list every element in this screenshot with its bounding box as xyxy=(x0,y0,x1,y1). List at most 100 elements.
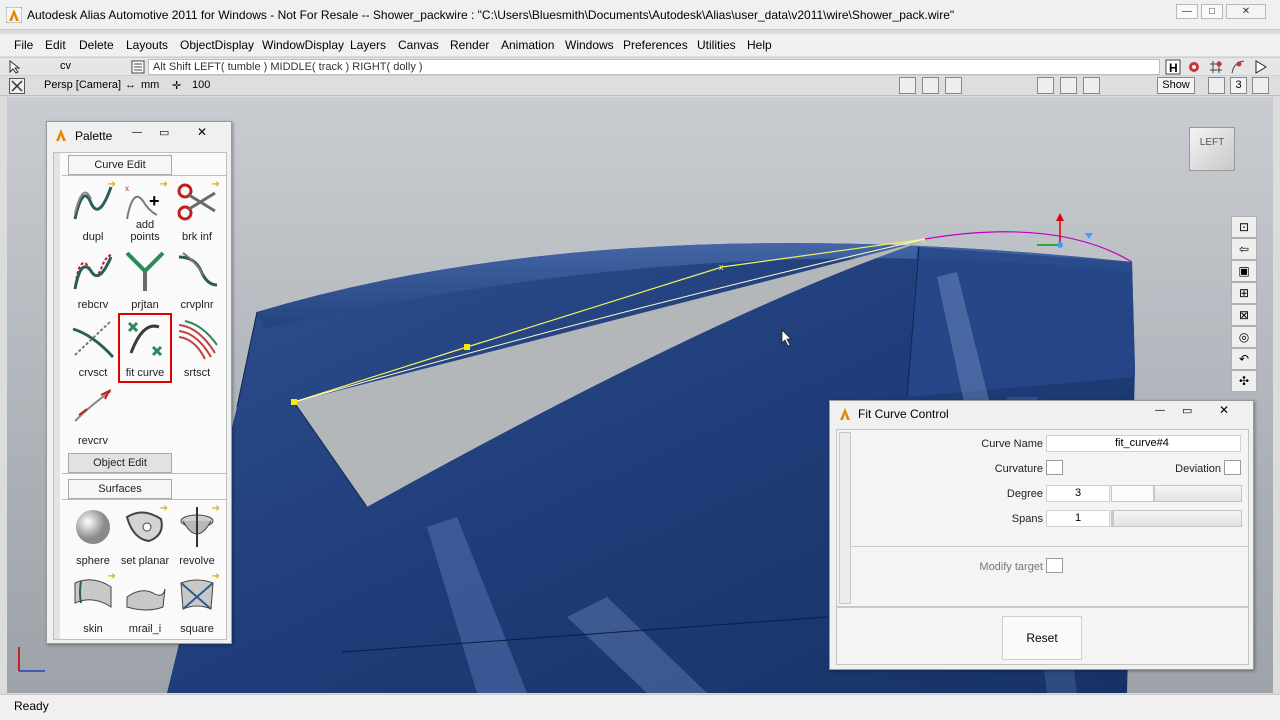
tool-add-points[interactable]: + x ➔ add points xyxy=(120,179,170,245)
curve-section-icon xyxy=(72,320,115,359)
deviation-checkbox[interactable] xyxy=(1224,460,1241,475)
fit-scrollbar[interactable] xyxy=(839,432,851,604)
tool-label: srtsct xyxy=(183,367,211,379)
tool-rebcrv[interactable]: rebcrv xyxy=(68,247,118,313)
palette-maximize-icon[interactable]: ▭ xyxy=(159,126,173,139)
layout-icon[interactable] xyxy=(1208,77,1225,94)
look-at-icon[interactable]: ◎ xyxy=(1231,326,1257,348)
tool-label: brk inf xyxy=(182,231,212,243)
undo-view-icon[interactable]: ↶ xyxy=(1231,348,1257,370)
camera-book-icon[interactable] xyxy=(922,77,939,94)
multi-rail-icon xyxy=(126,588,166,611)
modify-target-checkbox[interactable] xyxy=(1046,558,1063,573)
spans-slider[interactable] xyxy=(1111,510,1242,527)
minimize-button[interactable]: — xyxy=(1176,4,1198,19)
history-h-icon[interactable]: H xyxy=(1165,59,1181,75)
palette-close-icon[interactable]: ✕ xyxy=(197,125,211,139)
maximize-view-icon[interactable] xyxy=(1252,77,1269,94)
tool-square[interactable]: ➔ square xyxy=(172,571,222,637)
tool-skin[interactable]: ➔ skin xyxy=(68,571,118,637)
view-count[interactable]: 3 xyxy=(1230,77,1247,94)
tool-srtsct[interactable]: srtsct xyxy=(172,315,222,381)
track-icon[interactable] xyxy=(1083,77,1100,94)
tab-surfaces[interactable]: Surfaces xyxy=(68,479,172,499)
close-button[interactable]: ✕ xyxy=(1226,4,1266,19)
tool-label: sphere xyxy=(76,555,110,567)
maximize-button[interactable]: □ xyxy=(1201,4,1223,19)
menu-preferences[interactable]: Preferences xyxy=(623,38,688,52)
prompt-history-icon[interactable] xyxy=(131,60,145,74)
menu-utilities[interactable]: Utilities xyxy=(697,38,736,52)
tool-crvsct[interactable]: crvsct xyxy=(68,315,118,381)
degree-field[interactable]: 3 xyxy=(1046,485,1110,502)
menu-layouts[interactable]: Layouts xyxy=(126,38,168,52)
tool-set-planar[interactable]: ➔ set planar xyxy=(120,503,170,569)
tool-label: prjtan xyxy=(131,299,159,311)
tool-prjtan[interactable]: prjtan xyxy=(120,247,170,313)
menu-edit[interactable]: Edit xyxy=(45,38,66,52)
tool-mrail-i[interactable]: mrail_i xyxy=(120,571,170,637)
menu-bar: File Edit Delete Layouts ObjectDisplay W… xyxy=(0,34,1280,56)
orbit-icon[interactable] xyxy=(1060,77,1077,94)
tool-fit-curve[interactable]: fit curve xyxy=(118,313,172,383)
menu-objectdisplay[interactable]: ObjectDisplay xyxy=(180,38,254,52)
menu-animation[interactable]: Animation xyxy=(501,38,554,52)
menu-windowdisplay[interactable]: WindowDisplay xyxy=(262,38,344,52)
curve-snap-icon[interactable] xyxy=(1230,59,1246,75)
tool-revcrv[interactable]: revcrv xyxy=(68,383,118,449)
degree-slider[interactable] xyxy=(1111,485,1242,502)
modify-target-label: Modify target xyxy=(979,561,1043,573)
tool-sphere[interactable]: sphere xyxy=(68,503,118,569)
zoom-icon[interactable] xyxy=(945,77,962,94)
fit-maximize-icon[interactable]: ▭ xyxy=(1182,404,1192,417)
play-icon[interactable] xyxy=(1254,59,1268,75)
tab-object-edit[interactable]: Object Edit xyxy=(68,453,172,473)
spans-field[interactable]: 1 xyxy=(1046,510,1110,527)
tool-dupl[interactable]: ➔ dupl xyxy=(68,179,118,245)
show-button[interactable]: Show xyxy=(1157,77,1195,94)
menu-layers[interactable]: Layers xyxy=(350,38,386,52)
fit-close-icon[interactable]: ✕ xyxy=(1219,403,1229,417)
submenu-arrow-icon: ➔ xyxy=(107,179,116,190)
tab-curve-edit[interactable]: Curve Edit xyxy=(68,155,172,175)
curvature-checkbox[interactable] xyxy=(1046,460,1063,475)
palette-minimize-icon[interactable]: — xyxy=(132,127,146,139)
tool-label: crvsct xyxy=(78,367,108,379)
menu-render[interactable]: Render xyxy=(450,38,489,52)
camera-icon[interactable] xyxy=(899,77,916,94)
curve-name-field[interactable]: fit_curve#4 xyxy=(1046,435,1241,452)
tool-label: revolve xyxy=(179,555,215,567)
menu-canvas[interactable]: Canvas xyxy=(398,38,439,52)
move-view-icon[interactable]: ✣ xyxy=(1231,370,1257,392)
grid-snap-icon[interactable] xyxy=(1208,59,1224,75)
menu-file[interactable]: File xyxy=(14,38,33,52)
snap-icon[interactable] xyxy=(1186,59,1202,75)
menu-delete[interactable]: Delete xyxy=(79,38,114,52)
deviation-label: Deviation xyxy=(1175,463,1221,475)
view-name[interactable]: Persp [Camera] xyxy=(44,79,121,91)
pick-mode-label[interactable]: cv xyxy=(60,60,71,72)
fit-minimize-icon[interactable]: — xyxy=(1155,405,1165,416)
tool-brk-inf[interactable]: ➔ brk inf xyxy=(172,179,222,245)
camera-bookmark-icon[interactable]: ▣ xyxy=(1231,260,1257,282)
reset-button[interactable]: Reset xyxy=(1002,616,1082,660)
pick-icon[interactable] xyxy=(8,60,24,74)
tool-label: rebcrv xyxy=(77,299,109,311)
frame-all-icon[interactable]: ⊡ xyxy=(1231,216,1257,238)
view-cube[interactable]: LEFT xyxy=(1189,127,1235,171)
frame-selected-icon[interactable]: ⊞ xyxy=(1231,282,1257,304)
fit-curve-control-window: Fit Curve Control — ▭ ✕ Curve Name fit_c… xyxy=(829,400,1254,670)
prompt-bar: cv Alt Shift LEFT( tumble ) MIDDLE( trac… xyxy=(0,57,1280,76)
prompt-hint-field[interactable]: Alt Shift LEFT( tumble ) MIDDLE( track )… xyxy=(148,59,1160,75)
tool-revolve[interactable]: ➔ revolve xyxy=(172,503,222,569)
center-icon[interactable]: ⊠ xyxy=(1231,304,1257,326)
close-view-icon[interactable] xyxy=(9,78,25,94)
curve-name-label: Curve Name xyxy=(981,438,1043,450)
sphere-icon xyxy=(76,510,110,544)
menu-help[interactable]: Help xyxy=(747,38,772,52)
tumble-icon[interactable] xyxy=(1037,77,1054,94)
previous-view-icon[interactable]: ⇦ xyxy=(1231,238,1257,260)
tool-crvplnr[interactable]: crvplnr xyxy=(172,247,222,313)
palette-scrollbar[interactable] xyxy=(54,153,60,639)
menu-windows[interactable]: Windows xyxy=(565,38,614,52)
